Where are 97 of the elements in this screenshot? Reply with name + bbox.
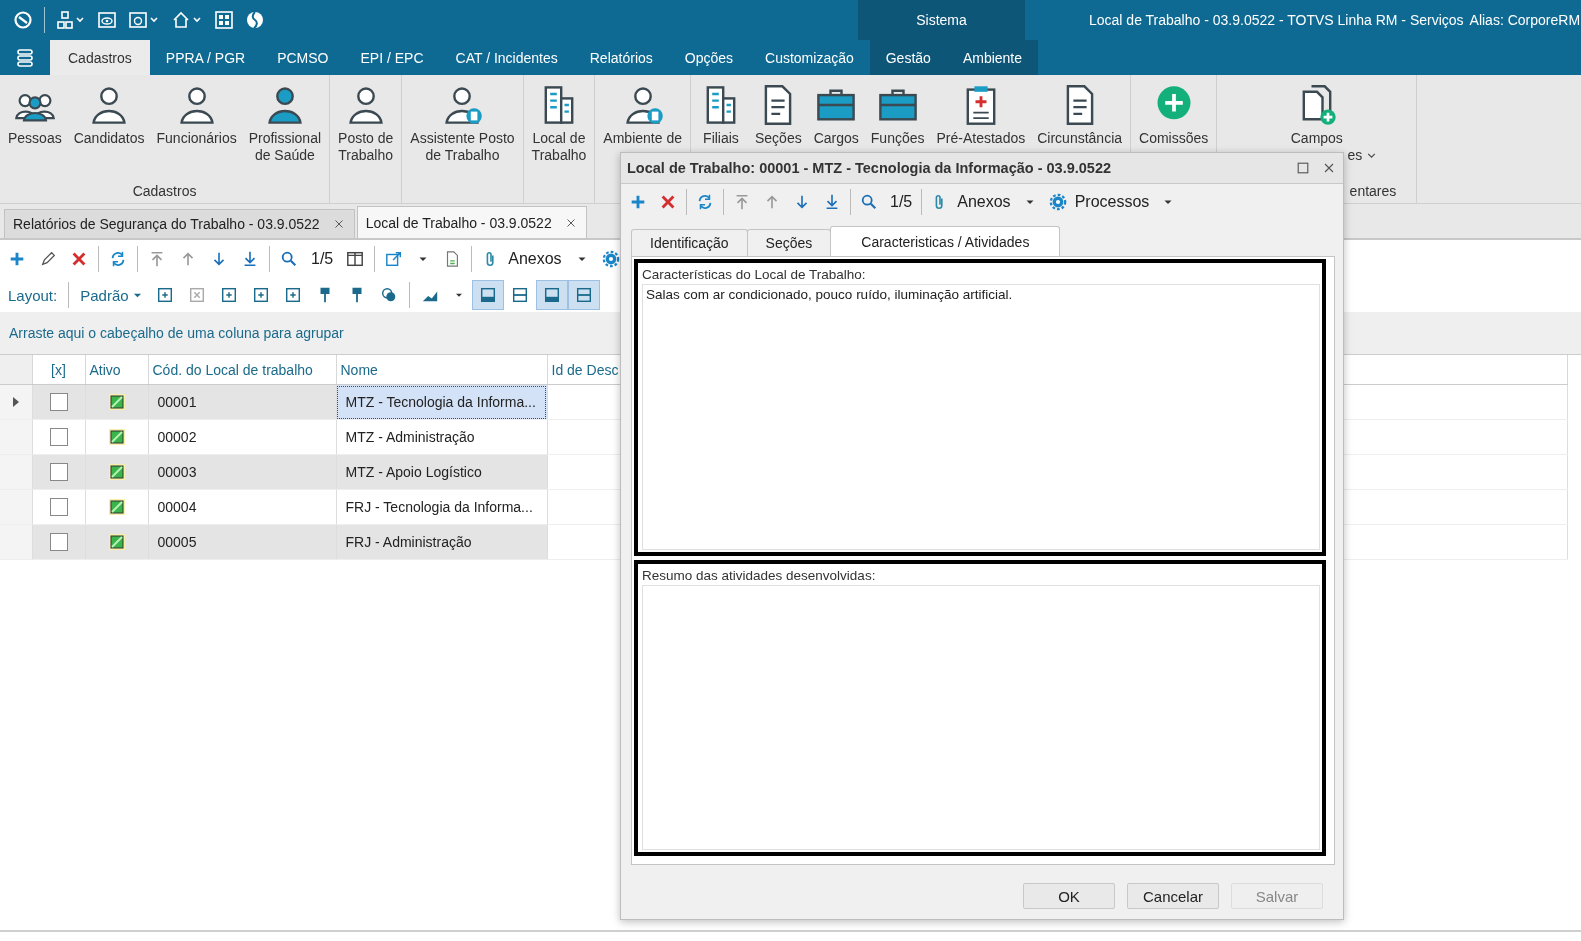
refresh-icon[interactable] xyxy=(109,250,127,268)
add-icon[interactable] xyxy=(629,193,647,211)
columns-icon[interactable] xyxy=(346,250,365,268)
ribbon-button[interactable]: Comissões xyxy=(1133,75,1215,147)
tab[interactable]: Identificação xyxy=(631,229,748,256)
ribbon-button[interactable]: Campos xyxy=(1284,75,1349,147)
ribbon-button[interactable]: Funcionários xyxy=(150,75,243,147)
globe-icon[interactable] xyxy=(245,10,265,30)
field-label: Características do Local de Trabalho: xyxy=(642,267,867,284)
row-checkbox[interactable] xyxy=(49,498,68,517)
context-tab-group: Sistema xyxy=(858,0,1025,40)
table-cell: FRJ - Tecnologia da Informa... xyxy=(336,489,547,525)
dialog-button[interactable]: Cancelar xyxy=(1127,883,1219,909)
dropdown-button[interactable]: es xyxy=(1347,147,1378,163)
ribbon-button[interactable]: Filiais xyxy=(692,75,749,147)
search-icon[interactable] xyxy=(280,250,298,268)
delete-icon[interactable] xyxy=(70,250,88,268)
row-checkbox[interactable] xyxy=(49,393,68,412)
ribbon-button[interactable]: Posto de Trabalho xyxy=(332,75,400,164)
layout-dropdown[interactable]: Padrão xyxy=(80,286,142,304)
column-header[interactable]: Nome xyxy=(336,355,547,385)
ribbon-button[interactable]: Candidatos xyxy=(67,75,151,147)
split-panel-icon[interactable] xyxy=(510,286,529,304)
ribbon-button[interactable]: Pré-Atestados xyxy=(930,75,1032,147)
group-hint: Arraste aqui o cabeçalho de uma coluna para agrupar xyxy=(9,325,344,341)
table-cell: 00001 xyxy=(148,384,336,420)
band-panel-icon[interactable] xyxy=(574,286,593,304)
window-title: Local de Trabalho - 03.9.0522 - TOTVS Linha RM - Serviços xyxy=(1089,12,1464,28)
table-cell: 00003 xyxy=(148,454,336,490)
record-position: 1/5 xyxy=(311,250,334,268)
refresh-icon[interactable] xyxy=(696,193,714,211)
ribbon-button[interactable]: Profissional de Saúde xyxy=(242,75,328,164)
menu-tab[interactable]: Opções xyxy=(668,40,750,75)
ribbon-group-label: Cadastros xyxy=(131,183,198,201)
field-label: Resumo das atividades desenvolvidas: xyxy=(642,567,877,585)
document-tab[interactable]: Local de Trabalho - 03.9.0522 xyxy=(356,206,587,238)
sitemap-icon[interactable] xyxy=(56,10,86,30)
gear-icon[interactable] xyxy=(601,250,620,268)
footer-panel-icon[interactable] xyxy=(478,286,497,304)
ribbon-group-label: entares xyxy=(1348,183,1398,201)
add-row-icon[interactable] xyxy=(155,286,174,304)
ribbon-button[interactable]: Pessoas xyxy=(2,75,68,147)
dialog-title: Local de Trabalho: 00001 - MTZ - Tecnologia da Informação - 03.9.0522 xyxy=(627,160,1111,176)
ribbon-button[interactable]: Ambiente de xyxy=(597,75,688,147)
row-checkbox[interactable] xyxy=(49,533,68,552)
menu-tab[interactable]: Ambiente xyxy=(946,40,1039,75)
table-cell: MTZ - Tecnologia da Informa... xyxy=(336,384,547,420)
delete-icon[interactable] xyxy=(659,193,677,211)
table-cell: 00002 xyxy=(148,419,336,455)
table-cell: FRJ - Administração xyxy=(336,524,547,560)
column-header[interactable]: Ativo xyxy=(85,355,148,385)
column-header[interactable]: Cód. do Local de trabalho xyxy=(148,355,336,385)
grid-icon[interactable] xyxy=(214,10,234,30)
menu-tab[interactable]: Customização xyxy=(749,40,870,75)
row-checkbox[interactable] xyxy=(49,428,68,447)
menu-icon[interactable] xyxy=(16,47,34,68)
table-cell: MTZ - Apoio Logístico xyxy=(336,454,547,490)
menu-tab[interactable]: Gestão xyxy=(869,40,947,75)
text-area[interactable]: Salas com ar condicionado, pouco ruído, iluminação artificial. xyxy=(642,284,1320,550)
table-cell: MTZ - Administração xyxy=(336,419,547,455)
dialog-button[interactable]: OK xyxy=(1023,883,1115,909)
record-position: 1/5 xyxy=(890,193,913,211)
menu-tab[interactable]: Relatórios xyxy=(573,40,669,75)
menu-tab[interactable]: EPI / EPC xyxy=(344,40,440,75)
processes-button[interactable]: Processos xyxy=(1048,193,1150,211)
header-panel-icon[interactable] xyxy=(542,286,561,304)
table-cell: 00004 xyxy=(148,489,336,525)
home-icon[interactable] xyxy=(171,10,203,30)
table-cell: 00005 xyxy=(148,524,336,560)
ribbon-button[interactable]: Local de Trabalho xyxy=(525,75,593,164)
tab[interactable]: Caracteristicas / Atividades xyxy=(830,226,1061,256)
pencil-icon[interactable] xyxy=(39,250,57,268)
export-icon[interactable] xyxy=(385,250,404,268)
ribbon-button[interactable]: Assistente Posto de Trabalho xyxy=(404,75,521,164)
row-checkbox[interactable] xyxy=(49,463,68,482)
alias-label: Alias: CorporeRM xyxy=(1469,12,1581,28)
menu-tab[interactable]: PCMSO xyxy=(261,40,345,75)
menu-tab[interactable]: Cadastros xyxy=(50,40,150,75)
column-header[interactable]: [x] xyxy=(32,355,85,385)
document-tab[interactable]: Relatórios de Segurança do Trabalho - 03.9.0522 xyxy=(4,209,355,238)
attachments-button[interactable]: Anexos xyxy=(482,250,562,268)
layout-label: Layout: xyxy=(8,286,58,304)
ribbon-button[interactable]: Circunstância xyxy=(1031,75,1129,147)
eye-window-icon[interactable] xyxy=(97,10,117,30)
menu-tab[interactable]: PPRA / PGR xyxy=(149,40,262,75)
refresh-window-icon[interactable] xyxy=(128,10,160,30)
search-icon[interactable] xyxy=(860,193,878,211)
ribbon-button[interactable]: Seções xyxy=(748,75,808,147)
attachments-button[interactable]: Anexos xyxy=(931,193,1011,211)
logo-icon[interactable] xyxy=(13,10,33,30)
add-icon[interactable] xyxy=(8,250,26,268)
circles-icon[interactable] xyxy=(379,286,398,304)
gear-icon[interactable] xyxy=(1048,193,1067,211)
ribbon-button[interactable]: Cargos xyxy=(807,75,865,147)
ribbon-button[interactable]: Funções xyxy=(864,75,931,147)
maximize-icon[interactable] xyxy=(1295,160,1311,176)
menu-tab[interactable]: CAT / Incidentes xyxy=(439,40,574,75)
